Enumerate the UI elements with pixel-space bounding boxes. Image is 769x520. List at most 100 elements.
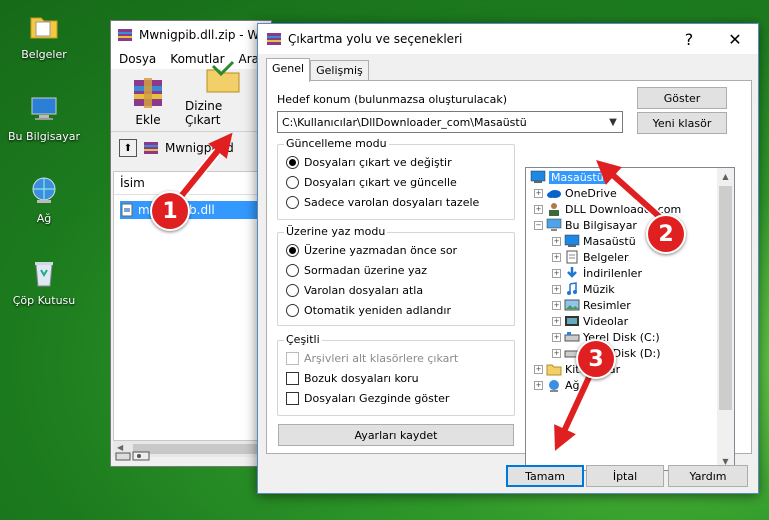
overwrite-option-ask[interactable]: Üzerine yazmadan önce sor <box>286 244 457 257</box>
tree-item-ag[interactable]: + Ağ <box>534 378 580 392</box>
scroll-up-icon[interactable]: ▲ <box>717 168 734 185</box>
expand-icon[interactable]: + <box>552 252 561 262</box>
recycle-bin-icon <box>27 256 61 290</box>
expand-icon[interactable]: + <box>552 236 561 246</box>
expand-icon[interactable]: + <box>534 188 543 198</box>
collapse-icon[interactable]: − <box>534 220 543 230</box>
tree-label: Ağ <box>565 378 580 392</box>
close-button[interactable]: ✕ <box>712 24 758 54</box>
option-label: Arşivleri alt klasörlere çıkart <box>304 352 459 365</box>
tree-item-belgeler[interactable]: + Belgeler <box>552 250 628 264</box>
annotation-badge-2: 2 <box>646 214 686 254</box>
up-folder-icon[interactable]: ⬆ <box>119 139 137 157</box>
radio-icon <box>286 264 299 277</box>
dest-path-value: C:\Kullanıcılar\DllDownloader_com\Masaüs… <box>282 115 527 129</box>
desktop-icon-cop-kutusu[interactable]: Çöp Kutusu <box>4 256 84 307</box>
desktop-icon-ag[interactable]: Ağ <box>4 174 84 225</box>
tree-label: Bu Bilgisayar <box>565 218 637 232</box>
expand-icon[interactable]: + <box>534 380 543 390</box>
tree-item-masaustu[interactable]: + Masaüstü <box>552 234 636 248</box>
computer-icon <box>27 92 61 126</box>
tab-panel-genel: Hedef konum (bulunmazsa oluşturulacak) C… <box>266 80 752 471</box>
update-option-update[interactable]: Dosyaları çıkart ve güncelle <box>286 176 457 189</box>
winrar-addressbar: ⬆ Mwnigpib.d <box>111 136 271 160</box>
dialog-titlebar[interactable]: Çıkartma yolu ve seçenekleri ? ✕ <box>258 24 758 54</box>
radio-icon <box>286 196 299 209</box>
checkbox-icon <box>286 372 299 385</box>
tree-label: İndirilenler <box>583 266 642 280</box>
dest-label: Hedef konum (bulunmazsa oluşturulacak) <box>277 93 507 106</box>
extract-dialog: Çıkartma yolu ve seçenekleri ? ✕ Genel G… <box>257 23 759 494</box>
desktop-icon-label: Ağ <box>36 212 52 225</box>
drive-status-icon <box>115 451 150 460</box>
dll-file-icon <box>121 203 133 217</box>
tree-item-onedrive[interactable]: + OneDrive <box>534 186 617 200</box>
save-settings-button[interactable]: Ayarları kaydet <box>278 424 514 446</box>
expand-icon[interactable]: + <box>552 316 561 326</box>
column-header-name[interactable]: İsim <box>114 172 266 195</box>
misc-option-subfolders[interactable]: Arşivleri alt klasörlere çıkart <box>286 352 458 365</box>
add-button[interactable]: Ekle <box>117 69 179 131</box>
expand-icon[interactable]: + <box>552 300 561 310</box>
winrar-toolbar: Ekle Dizine Çıkart <box>111 60 271 132</box>
radio-icon <box>286 304 299 317</box>
menu-dosya[interactable]: Dosya <box>119 52 156 66</box>
overwrite-option-overwrite[interactable]: Sormadan üzerine yaz <box>286 264 427 277</box>
update-option-freshen[interactable]: Sadece varolan dosyaları tazele <box>286 196 479 209</box>
help-button[interactable]: Yardım <box>668 465 748 487</box>
misc-title: Çeşitli <box>284 333 322 346</box>
overwrite-option-rename[interactable]: Otomatik yeniden adlandır <box>286 304 451 317</box>
update-option-replace[interactable]: Dosyaları çıkart ve değiştir <box>286 156 452 169</box>
radio-icon <box>286 156 299 169</box>
desktop-icon-bu-bilgisayar[interactable]: Bu Bilgisayar <box>4 92 84 143</box>
tab-genel[interactable]: Genel <box>266 58 311 82</box>
ok-button[interactable]: Tamam <box>506 465 584 487</box>
winrar-title: Mwnigpib.dll.zip - W <box>139 28 260 42</box>
tree-label: OneDrive <box>565 186 617 200</box>
expand-icon[interactable]: + <box>534 364 543 374</box>
file-row[interactable]: mwnigpib.dll <box>120 201 260 219</box>
update-mode-title: Güncelleme modu <box>284 137 389 150</box>
tree-item-masaustu-root[interactable]: Masaüstü <box>530 170 606 184</box>
expand-icon[interactable]: + <box>552 348 561 358</box>
tree-item-resimler[interactable]: + Resimler <box>552 298 631 312</box>
dest-path-combo[interactable]: C:\Kullanıcılar\DllDownloader_com\Masaüs… <box>277 111 623 133</box>
expand-icon[interactable]: + <box>534 204 543 214</box>
network-icon <box>549 380 559 392</box>
extract-folder-icon <box>203 60 243 96</box>
misc-option-keep-broken[interactable]: Bozuk dosyaları koru <box>286 372 419 385</box>
overwrite-mode-group: Üzerine yaz modu Üzerine yazmadan önce s… <box>277 225 515 326</box>
extract-to-button[interactable]: Dizine Çıkart <box>185 60 261 131</box>
winrar-titlebar[interactable]: Mwnigpib.dll.zip - W <box>111 21 271 49</box>
tab-gelismis[interactable]: Gelişmiş <box>310 60 369 81</box>
misc-option-show-explorer[interactable]: Dosyaları Gezginde göster <box>286 392 449 405</box>
user-icon <box>549 203 559 216</box>
option-label: Otomatik yeniden adlandır <box>304 304 451 317</box>
new-folder-button[interactable]: Yeni klasör <box>637 112 727 134</box>
desktop-icon-belgeler[interactable]: Belgeler <box>4 10 84 61</box>
tree-item-videolar[interactable]: + Videolar <box>552 314 628 328</box>
cancel-button[interactable]: İptal <box>586 465 664 487</box>
expand-icon[interactable]: + <box>552 332 561 342</box>
tree-item-muzik[interactable]: + Müzik <box>552 282 615 296</box>
file-list: İsim mwnigpib.dll <box>113 171 267 441</box>
help-title-button[interactable]: ? <box>666 24 712 54</box>
tree-label: Masaüstü <box>549 170 606 184</box>
expand-icon[interactable]: + <box>552 284 561 294</box>
scroll-thumb[interactable] <box>719 186 732 410</box>
tree-scrollbar[interactable]: ▲ ▼ <box>717 168 734 470</box>
tree-item-bu-bilgisayar[interactable]: − Bu Bilgisayar <box>534 218 637 232</box>
winrar-menubar: Dosya Komutlar Araçla <box>111 49 276 69</box>
chevron-down-icon[interactable]: ▼ <box>604 117 622 128</box>
option-label: Dosyaları çıkart ve değiştir <box>304 156 452 169</box>
tree-item-dll-downloader[interactable]: + DLL Downloader.com <box>534 202 681 216</box>
folder-documents-icon <box>27 10 61 44</box>
expand-icon[interactable]: + <box>552 268 561 278</box>
option-label: Dosyaları Gezginde göster <box>304 392 450 405</box>
option-label: Sormadan üzerine yaz <box>304 264 428 277</box>
overwrite-option-skip[interactable]: Varolan dosyaları atla <box>286 284 423 297</box>
tree-label: Videolar <box>583 314 629 328</box>
option-label: Varolan dosyaları atla <box>304 284 424 297</box>
tree-item-indirilenler[interactable]: + İndirilenler <box>552 266 642 280</box>
show-button[interactable]: Göster <box>637 87 727 109</box>
